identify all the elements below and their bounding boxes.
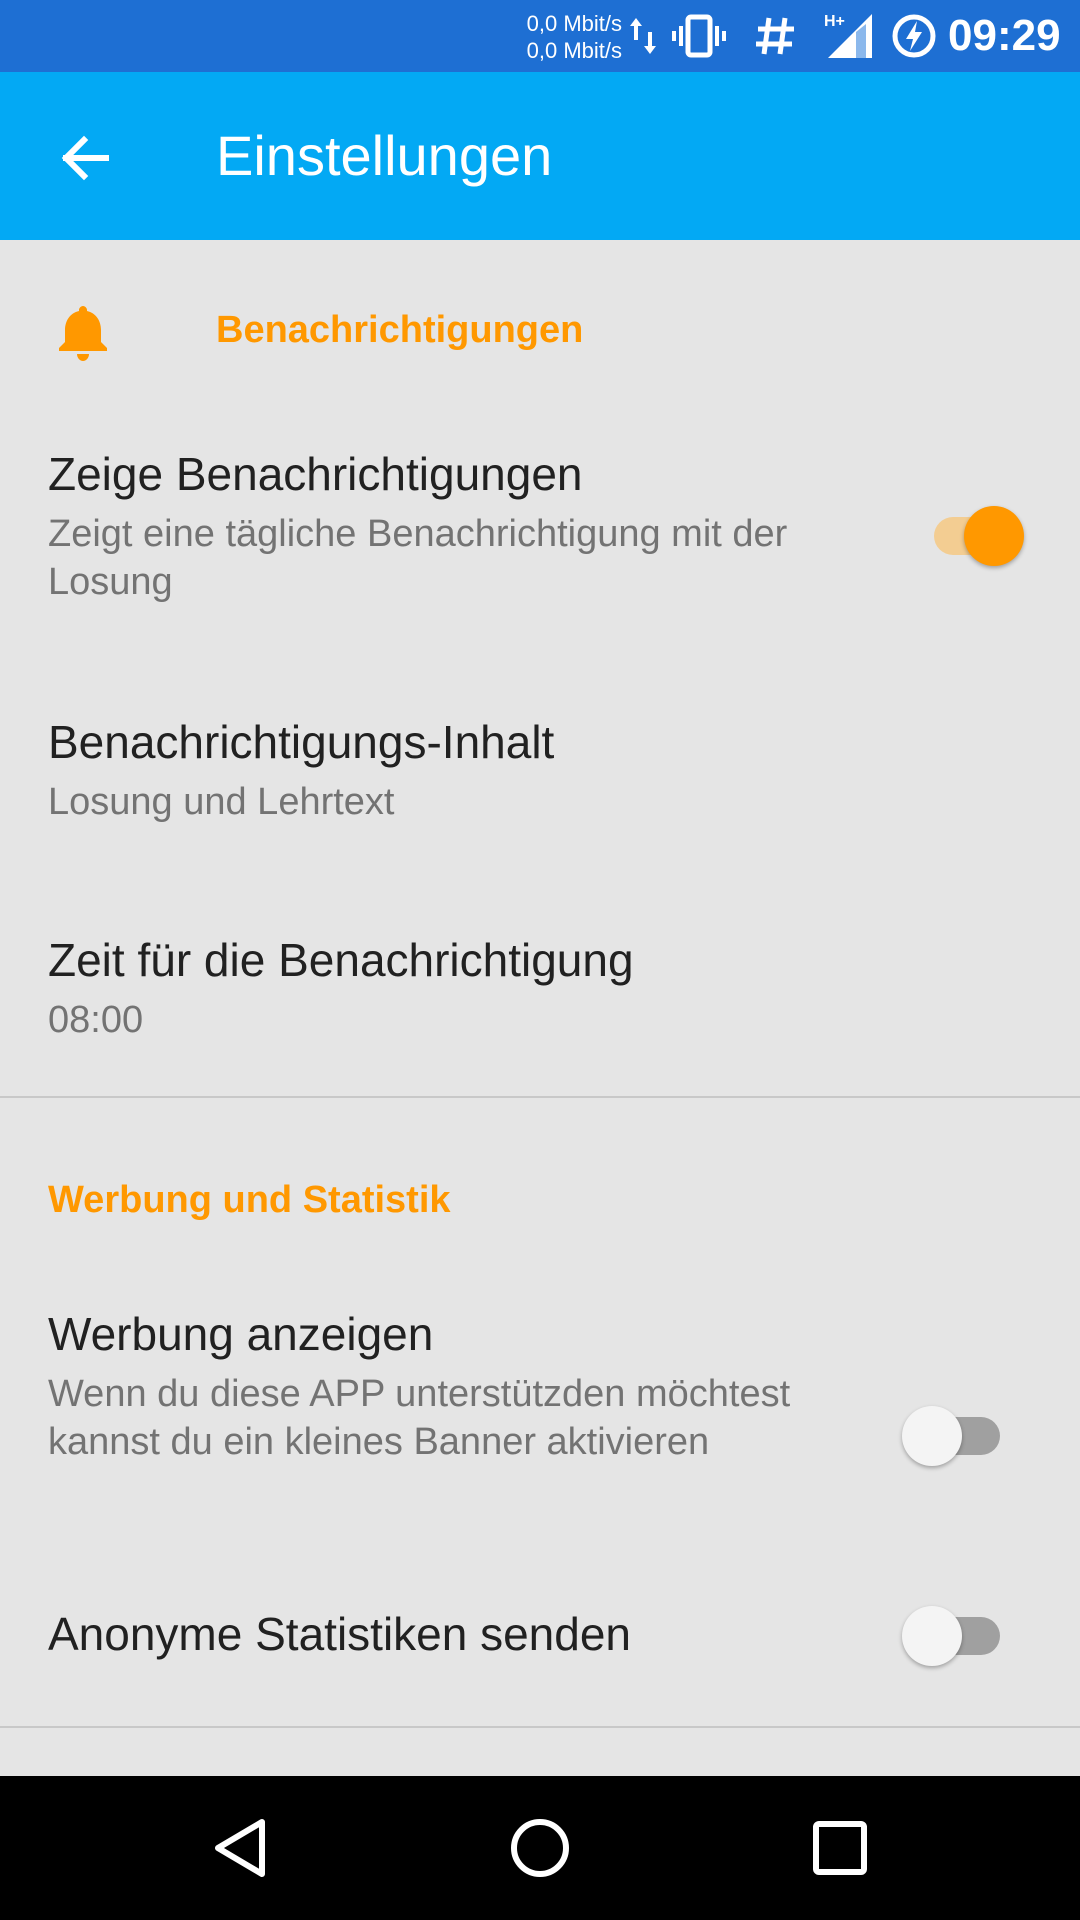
pref-show-ads[interactable]: Werbung anzeigen Wenn du diese APP unter…: [0, 1280, 1080, 1510]
signal-icon: H+: [822, 10, 874, 62]
pref-send-statistics[interactable]: Anonyme Statistiken senden: [0, 1570, 1080, 1700]
vibrate-icon: [670, 10, 728, 62]
switch-thumb: [902, 1406, 962, 1466]
settings-list[interactable]: Benachrichtigungen Zeige Benachrichtigun…: [0, 240, 1080, 1776]
pref-notification-time[interactable]: Zeit für die Benachrichtigung 08:00: [0, 908, 1080, 1098]
category-notifications-label: Benachrichtigungen: [216, 309, 584, 351]
send-statistics-switch[interactable]: [902, 1606, 1002, 1666]
back-button[interactable]: [48, 122, 120, 194]
pref-show-ads-title: Werbung anzeigen: [48, 1308, 434, 1360]
divider: [0, 1726, 1080, 1728]
show-ads-switch[interactable]: [902, 1406, 1002, 1466]
network-speed-up: 0,0 Mbit/s: [526, 11, 622, 36]
navigation-bar: [0, 1776, 1080, 1920]
nav-back-icon: [215, 1819, 265, 1877]
pref-notification-content-summary: Losung und Lehrtext: [48, 781, 395, 823]
switch-thumb: [964, 506, 1024, 566]
divider: [0, 1096, 1080, 1098]
bell-icon: [56, 302, 110, 372]
pref-send-statistics-title: Anonyme Statistiken senden: [48, 1608, 632, 1660]
app-bar: Einstellungen: [0, 72, 1080, 240]
pref-notification-content[interactable]: Benachrichtigungs-Inhalt Losung und Lehr…: [0, 690, 1080, 880]
category-ads-statistics: Werbung und Statistik: [0, 1170, 1080, 1230]
nav-home-button[interactable]: [504, 1812, 576, 1884]
nav-back-button[interactable]: [204, 1812, 276, 1884]
category-ads-statistics-label: Werbung und Statistik: [48, 1179, 451, 1221]
nav-recents-button[interactable]: [804, 1812, 876, 1884]
network-speed-down: 0,0 Mbit/s: [526, 38, 622, 63]
status-bar: 0,0 Mbit/s 0,0 Mbit/s H+ 09:29: [0, 0, 1080, 72]
hash-icon: [752, 10, 798, 62]
pref-notification-time-title: Zeit für die Benachrichtigung: [48, 934, 634, 986]
network-type-label: H+: [824, 13, 845, 30]
nav-home-icon: [511, 1819, 569, 1877]
status-time: 09:29: [948, 11, 1061, 60]
pref-notification-content-title: Benachrichtigungs-Inhalt: [48, 716, 555, 768]
arrow-back-icon: [61, 135, 109, 181]
pref-show-notifications-title: Zeige Benachrichtigungen: [48, 448, 583, 500]
pref-notification-time-summary: 08:00: [48, 999, 144, 1041]
show-notifications-switch[interactable]: [920, 506, 1024, 566]
category-notifications: Benachrichtigungen: [0, 300, 1080, 361]
network-speed: 0,0 Mbit/s 0,0 Mbit/s: [514, 10, 622, 64]
switch-thumb: [902, 1606, 962, 1666]
nav-recents-icon: [813, 1821, 867, 1875]
data-transfer-icon: [626, 10, 660, 62]
pref-show-notifications-summary: Zeigt eine tägliche Benachrichtigung mit…: [48, 513, 788, 603]
pref-show-notifications[interactable]: Zeige Benachrichtigungen Zeigt eine tägl…: [0, 420, 1080, 640]
pref-show-ads-summary: Wenn du diese APP unterstützden möchtest…: [48, 1373, 791, 1463]
battery-charging-icon: [890, 10, 938, 62]
page-title: Einstellungen: [216, 124, 553, 187]
